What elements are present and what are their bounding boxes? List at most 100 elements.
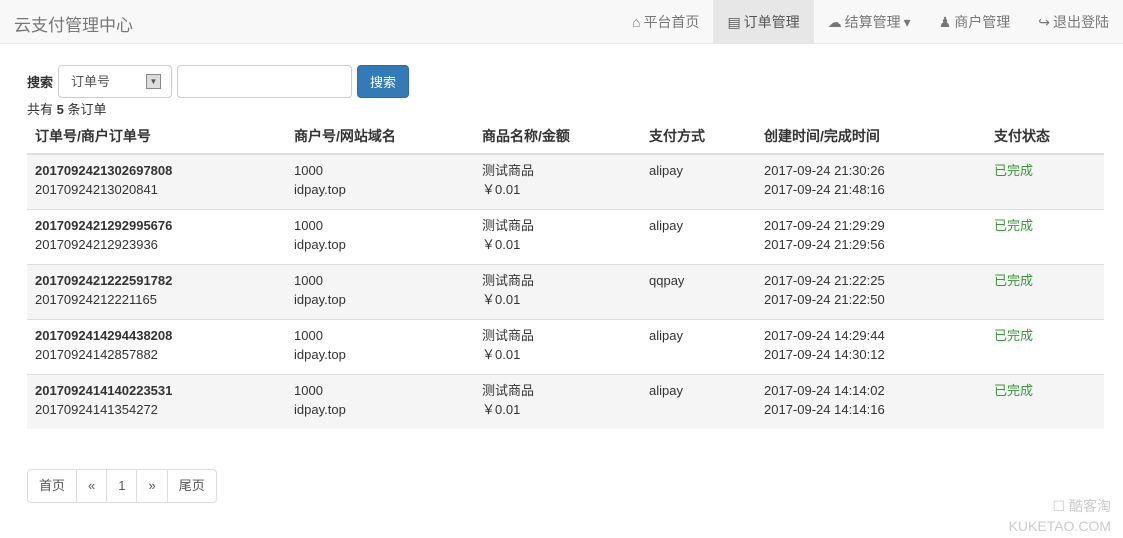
et-text: 2017-09-24 21:48:16 <box>764 182 885 197</box>
et-text: 2017-09-24 21:29:56 <box>764 236 885 252</box>
search-form: 搜索 订单号 ▼ 搜索 <box>27 65 410 98</box>
table-cell: alipay <box>641 208 756 264</box>
status-text: 已完成 <box>994 217 1034 233</box>
brand[interactable]: 云支付管理中心 <box>14 11 133 36</box>
table-cell: 测试商品 ￥0.01 <box>474 263 641 319</box>
column-header: 商户号/网站域名 <box>286 118 474 155</box>
search-label: 搜索 <box>27 75 54 90</box>
site-text: idpay.top <box>294 182 346 197</box>
name-text: 测试商品 <box>482 217 535 233</box>
ct-text: 2017-09-24 14:14:02 <box>764 382 885 398</box>
table-header: 订单号/商户订单号 商户号/网站域名 商品名称/金额 支付方式 创建时间/完成时间 支付状… <box>27 118 1104 155</box>
nav-item-1[interactable]: ▤ 订单管理 <box>713 0 814 44</box>
page-link[interactable]: » <box>137 470 168 502</box>
money-text: ￥0.01 <box>482 236 521 252</box>
table-cell: 2017092421222591782 20170924212221165 <box>27 263 286 319</box>
search-button[interactable]: 搜索 <box>357 65 410 98</box>
out-text: 20170924212221165 <box>35 291 157 307</box>
table-row: 2017092414294438208 20170924142857882 1000… <box>27 318 1104 374</box>
page-link[interactable]: 首页 <box>28 470 78 502</box>
table-cell: 已完成 <box>986 208 1104 264</box>
pid-text: 1000 <box>294 217 323 233</box>
nav-item-label: 平台首页 <box>643 14 700 30</box>
navbar: 云支付管理中心 ⌂ 平台首页 ▤ 订单管理 ☁ 结算管理 ▾ ♟ 商户管理 ↪ 退出登陆 <box>0 0 1123 44</box>
column-header: 支付状态 <box>986 118 1104 155</box>
page-link[interactable]: 1 <box>107 470 138 502</box>
money-text: ￥0.01 <box>482 291 521 307</box>
order-text: 2017092414140223531 <box>35 382 173 398</box>
table-cell: 2017-09-24 21:22:25 2017-09-24 21:22:50 <box>756 263 986 319</box>
type-text: alipay <box>649 217 683 233</box>
nav-item-4[interactable]: ↪ 退出登陆 <box>1024 0 1123 44</box>
out-text: 20170924212923936 <box>35 236 158 252</box>
table-cell: qqpay <box>641 263 756 319</box>
pid-text: 1000 <box>294 163 323 178</box>
site-text: idpay.top <box>294 346 346 362</box>
table-row: 2017092421302697808 20170924213020841 1000… <box>27 153 1104 209</box>
column-header: 创建时间/完成时间 <box>756 118 986 155</box>
pid-text: 1000 <box>294 382 323 398</box>
search-type-select[interactable]: 订单号 ▼ <box>58 65 173 98</box>
table-cell: 2017092414294438208 20170924142857882 <box>27 318 286 374</box>
search-input[interactable] <box>177 65 353 98</box>
table-cell: 2017-09-24 21:29:29 2017-09-24 21:29:56 <box>756 208 986 264</box>
table-cell: 2017-09-24 14:14:02 2017-09-24 14:14:16 <box>756 373 986 429</box>
nav-item-label: 退出登陆 <box>1053 14 1109 30</box>
order-text: 2017092421292995676 <box>35 217 173 233</box>
table-cell: 已完成 <box>986 318 1104 374</box>
table-cell: 测试商品 ￥0.01 <box>474 373 641 429</box>
money-text: ￥0.01 <box>482 182 521 197</box>
money-text: ￥0.01 <box>482 346 521 362</box>
table-cell: 已完成 <box>986 373 1104 429</box>
ct-text: 2017-09-24 21:29:29 <box>764 217 885 233</box>
count-suffix: 条订单 <box>67 102 107 117</box>
logout-icon: ↪ <box>1038 14 1050 30</box>
status-text: 已完成 <box>994 272 1034 288</box>
nav-menu: ⌂ 平台首页 ▤ 订单管理 ☁ 结算管理 ▾ ♟ 商户管理 ↪ 退出登陆 <box>618 0 1123 44</box>
table-cell: 2017-09-24 14:29:44 2017-09-24 14:30:12 <box>756 318 986 374</box>
type-text: alipay <box>649 163 683 178</box>
nav-item-0[interactable]: ⌂ 平台首页 <box>618 0 713 44</box>
caret-down-icon: ▾ <box>903 14 911 30</box>
table-cell: 已完成 <box>986 153 1104 209</box>
chevron-down-icon: ▼ <box>146 74 162 89</box>
pid-text: 1000 <box>294 327 323 343</box>
column-header: 订单号/商户订单号 <box>27 118 286 155</box>
ct-text: 2017-09-24 21:22:25 <box>764 272 885 288</box>
page-link[interactable]: « <box>77 470 108 502</box>
table-cell: 1000 idpay.top <box>286 208 474 264</box>
ct-text: 2017-09-24 14:29:44 <box>764 327 885 343</box>
table-cell: 2017092421292995676 20170924212923936 <box>27 208 286 264</box>
nav-item-3[interactable]: ♟ 商户管理 <box>925 0 1025 44</box>
out-text: 20170924213020841 <box>35 182 158 197</box>
cart-icon: ▤ <box>727 14 741 30</box>
money-text: ￥0.01 <box>482 401 521 417</box>
watermark: ☐ 酷客淘 KUKETAO.COM <box>1008 498 1111 534</box>
table-row: 2017092421222591782 20170924212221165 1000… <box>27 263 1104 319</box>
table-row: 2017092421292995676 20170924212923936 1000… <box>27 208 1104 264</box>
home-icon: ⌂ <box>631 14 641 30</box>
nav-item-label: 结算管理 <box>844 14 901 30</box>
table-cell: 测试商品 ￥0.01 <box>474 208 641 264</box>
order-text: 2017092414294438208 <box>35 327 173 343</box>
type-text: qqpay <box>649 272 685 288</box>
user-icon: ♟ <box>938 14 952 30</box>
ct-text: 2017-09-24 21:30:26 <box>764 163 885 178</box>
table-cell: 1000 idpay.top <box>286 373 474 429</box>
type-text: alipay <box>649 327 683 343</box>
order-count: 共有 5 条订单 <box>27 99 107 118</box>
status-text: 已完成 <box>994 327 1034 343</box>
name-text: 测试商品 <box>482 163 535 178</box>
table-cell: 1000 idpay.top <box>286 153 474 209</box>
nav-item-2[interactable]: ☁ 结算管理 ▾ <box>814 0 925 44</box>
table-cell: 1000 idpay.top <box>286 318 474 374</box>
order-text: 2017092421222591782 <box>35 272 173 288</box>
nav-item-label: 商户管理 <box>954 14 1011 30</box>
table-cell: alipay <box>641 373 756 429</box>
site-text: idpay.top <box>294 236 346 252</box>
column-header: 商品名称/金额 <box>474 118 641 155</box>
orders-table: 订单号/商户订单号 商户号/网站域名 商品名称/金额 支付方式 创建时间/完成时间 支付状… <box>27 118 1104 429</box>
nav-item-label: 订单管理 <box>743 14 800 30</box>
et-text: 2017-09-24 14:14:16 <box>764 401 885 417</box>
page-link[interactable]: 尾页 <box>168 470 216 502</box>
